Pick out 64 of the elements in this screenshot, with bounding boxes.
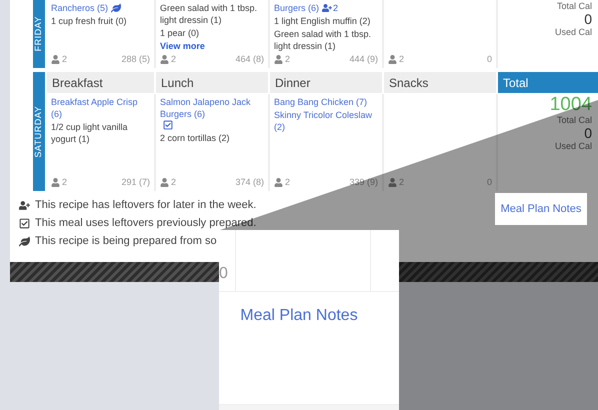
checkbox-icon [163, 120, 173, 130]
checkbox-icon [19, 218, 30, 228]
column-header: Snacks [384, 72, 496, 93]
legend-text: This meal uses leftovers previously prepared. [35, 216, 256, 231]
leaf-icon [19, 236, 30, 246]
used-calories: 0 [584, 12, 592, 27]
person-icon [160, 54, 169, 64]
used-cal-label: Used Cal [554, 141, 592, 152]
day-label: FRIDAY [33, 0, 45, 68]
recipe-link[interactable]: Burgers (6) [274, 2, 320, 14]
person-icon [51, 54, 60, 64]
recipe-link[interactable]: Rancheros (5) [51, 2, 108, 14]
used-calories: 0 [584, 126, 592, 141]
used-cal-label: Used Cal [554, 27, 592, 38]
recipe-link[interactable]: Salmon Jalapeno Jack Burgers (6) [160, 96, 264, 120]
servings-count: 2 [399, 52, 404, 66]
view-more-link[interactable]: View more [160, 41, 205, 51]
person-icon [274, 178, 283, 187]
meal-plan-notes-link[interactable]: Meal Plan Notes [240, 304, 358, 328]
food-item: Green salad with 1 tbsp. light dressin (1) [274, 28, 372, 52]
leaf-icon [111, 3, 122, 13]
day-label: SATURDAY [33, 72, 45, 191]
legend-text: This recipe has leftovers for later in the week. [35, 198, 256, 213]
food-item: 1/2 cup light vanilla yogurt (1) [51, 121, 129, 145]
servings-count: 2 [285, 52, 290, 66]
person-icon [160, 178, 169, 187]
calorie-count: 444 (9) [349, 52, 378, 66]
calorie-count: 291 (7) [121, 176, 150, 189]
calorie-count: 374 (8) [235, 176, 264, 189]
total-calories: 1004 [550, 95, 592, 115]
legend-text: This recipe is being prepared from so [35, 234, 217, 249]
calorie-count: 0 [486, 52, 492, 66]
total-cal-label: Total Cal [556, 115, 592, 126]
person-icon [274, 54, 283, 64]
servings-count: 2 [399, 176, 404, 188]
recipe-link[interactable]: Skinny Tricolor Coleslaw (2) [274, 109, 378, 133]
total-cal-label: Total Cal [556, 1, 592, 12]
servings-count: 2 [171, 52, 176, 66]
user-plus-icon [19, 200, 30, 210]
person-icon [388, 178, 397, 187]
food-item: 1 cup fresh fruit (0) [51, 15, 128, 27]
column-header: Dinner [270, 72, 382, 93]
servings-count: 2 [171, 176, 176, 188]
meal-plan-notes-button[interactable]: Meal Plan Notes [495, 193, 587, 225]
servings-count: 2 [62, 176, 68, 188]
food-item: Green salad with 1 tbsp. light dressin (1) [160, 2, 258, 26]
food-item: 1 pear (0) [160, 27, 200, 39]
user-plus-icon [322, 3, 332, 13]
food-item: 2 corn tortillas (2) [160, 132, 231, 144]
column-header: Total [498, 72, 598, 93]
servings-count: 2 [285, 176, 290, 188]
calorie-count: 464 (8) [235, 52, 264, 66]
person-icon [388, 54, 397, 64]
recipe-link[interactable]: Bang Bang Chicken (7) [274, 96, 368, 108]
column-header: Breakfast [47, 72, 154, 93]
leftover-count: 2 [333, 2, 338, 14]
person-icon [51, 178, 60, 187]
cell-value: 0 [219, 264, 229, 284]
column-header: Lunch [156, 72, 268, 93]
calorie-count: 0 [486, 176, 492, 188]
food-item: 1 light English muffin (2) [274, 15, 372, 27]
calorie-count: 288 (5) [121, 52, 150, 66]
recipe-link[interactable]: Breakfast Apple Crisp (6) [51, 96, 150, 120]
servings-count: 2 [62, 52, 68, 66]
